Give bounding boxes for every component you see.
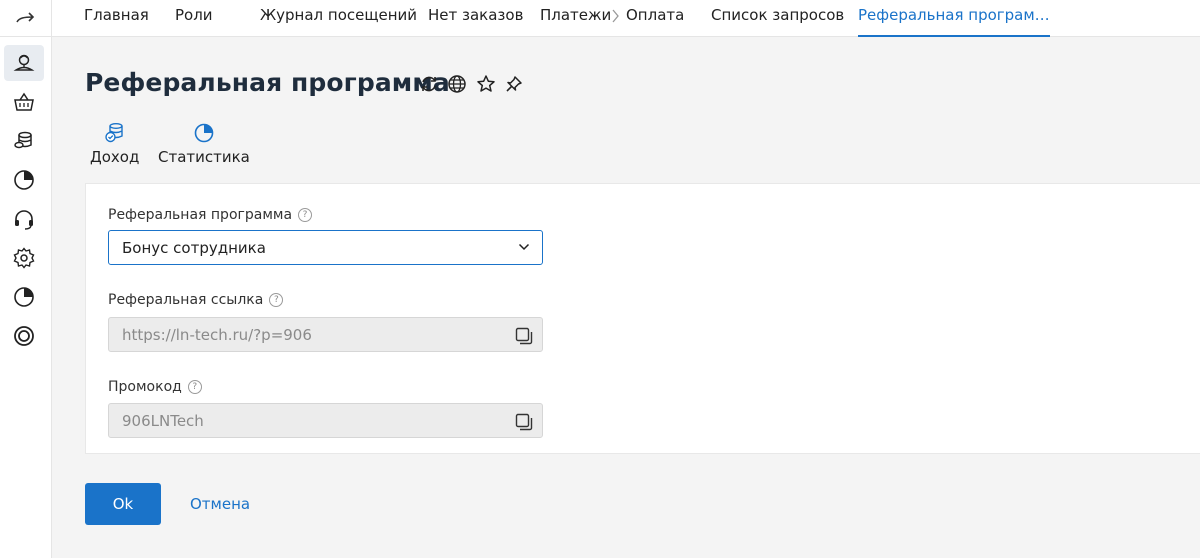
pie-chart-icon [14, 287, 34, 307]
cancel-button[interactable]: Отмена [190, 495, 250, 513]
sidebar [0, 37, 52, 558]
referral-link-value: https://ln-tech.ru/?p=906 [122, 326, 312, 344]
program-field-label: Реферальная программа ? [108, 207, 313, 223]
referral-link-field[interactable]: https://ln-tech.ru/?p=906 [108, 317, 543, 352]
help-icon[interactable]: ? [298, 208, 313, 222]
sidebar-item-finance[interactable] [4, 123, 44, 159]
link-field-label: Реферальная ссылка ? [108, 292, 284, 308]
sidebar-item-reports[interactable] [4, 279, 44, 315]
chevron-down-icon [518, 243, 530, 251]
tab-request-list[interactable]: Список запросов [711, 0, 844, 37]
top-tab-bar: Главная Роли Журнал посещений Нет заказо… [0, 0, 1200, 37]
basket-icon [14, 92, 34, 111]
coins-icon [14, 131, 32, 149]
sidebar-item-help[interactable] [4, 318, 44, 354]
coins-check-icon [104, 122, 126, 144]
sidebar-item-settings[interactable] [4, 240, 44, 276]
copy-icon[interactable] [514, 326, 534, 346]
star-icon[interactable] [475, 73, 497, 95]
headset-icon [15, 210, 33, 230]
promo-field-label: Промокод ? [108, 379, 202, 395]
tab-home[interactable]: Главная [84, 0, 149, 37]
program-select-value: Бонус сотрудника [122, 239, 266, 257]
pie-chart-icon [193, 122, 215, 144]
refresh-icon[interactable] [418, 73, 440, 95]
program-select[interactable]: Бонус сотрудника [108, 230, 543, 265]
page-title: Реферальная программа [85, 68, 450, 97]
subtab-statistics[interactable]: Статистика [158, 122, 250, 170]
user-location-icon [13, 54, 35, 71]
lifebuoy-icon [14, 326, 34, 346]
tab-roles[interactable]: Роли [175, 0, 213, 37]
help-icon[interactable]: ? [187, 380, 202, 394]
promo-label-text: Промокод [108, 379, 182, 395]
sidebar-item-basket[interactable] [4, 84, 44, 120]
promo-code-field[interactable]: 906LNTech [108, 403, 543, 438]
chevron-right-icon [612, 9, 619, 23]
pin-icon[interactable] [503, 73, 525, 95]
subtab-income[interactable]: Доход [90, 122, 139, 170]
pie-chart-icon [14, 170, 34, 190]
program-label-text: Реферальная программа [108, 207, 293, 223]
sidebar-item-profile[interactable] [4, 45, 44, 81]
subtab-statistics-label: Статистика [158, 148, 250, 166]
gear-icon [13, 247, 35, 269]
copy-icon[interactable] [514, 412, 534, 432]
promo-code-value: 906LNTech [122, 412, 204, 430]
ok-button[interactable]: Ok [85, 483, 161, 525]
link-label-text: Реферальная ссылка [108, 292, 264, 308]
tab-referral-program[interactable]: Реферальная програм… [858, 0, 1050, 37]
tab-visit-log[interactable]: Журнал посещений [260, 0, 417, 37]
tab-payments[interactable]: Платежи [540, 0, 611, 37]
subtab-income-label: Доход [90, 148, 140, 166]
tab-payment[interactable]: Оплата [626, 0, 684, 37]
tab-no-orders[interactable]: Нет заказов [428, 0, 523, 37]
sidebar-item-analytics[interactable] [4, 162, 44, 198]
redirect-arrow-icon[interactable] [0, 0, 52, 37]
help-icon[interactable]: ? [269, 293, 284, 307]
globe-icon[interactable] [446, 73, 468, 95]
sidebar-item-support[interactable] [4, 201, 44, 237]
